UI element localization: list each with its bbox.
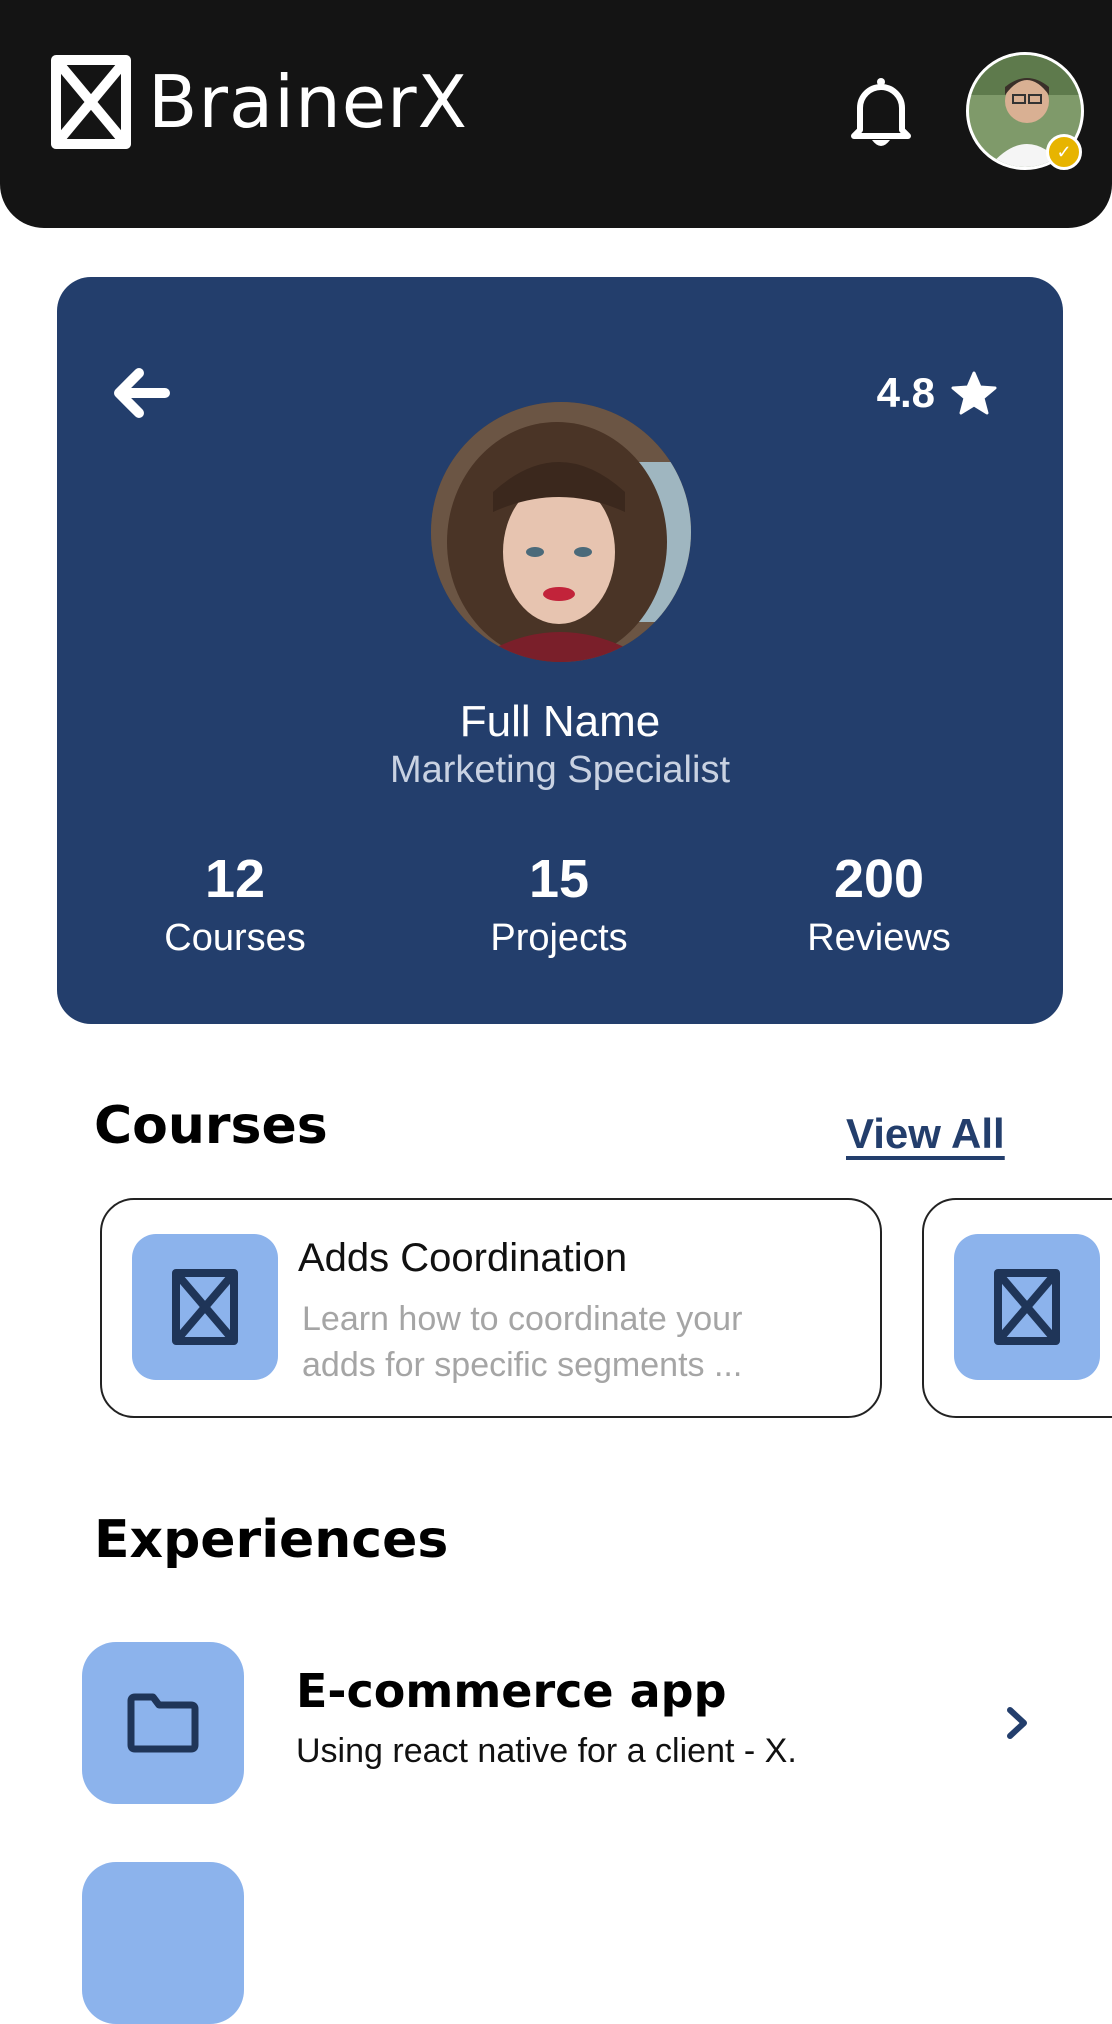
chevron-right-icon[interactable] [1002,1698,1032,1748]
app-header: BrainerX ✓ [0,0,1112,228]
course-card[interactable]: Adds Coordination Learn how to coordinat… [100,1198,882,1418]
stat-value: 15 [528,849,590,909]
stat-value: 12 [204,849,266,909]
profile-photo [431,402,691,662]
star-icon [951,371,997,415]
course-description: Learn how to coordinate your adds for sp… [302,1300,743,1384]
brand-logo[interactable]: BrainerX [48,52,468,152]
brainerx-logo-icon [51,55,131,149]
full-name: Full Name [459,697,661,746]
rating-value: 4.8 [876,369,935,416]
course-thumbnail [954,1234,1100,1380]
stat-reviews: 200 Reviews [749,849,1009,960]
back-arrow-icon[interactable] [111,367,171,419]
stat-label: Reviews [807,917,951,959]
brand-name: BrainerX [148,60,468,144]
folder-icon [127,1693,199,1753]
brainerx-logo-icon [994,1269,1060,1345]
experiences-heading: Experiences [94,1510,449,1570]
experience-item[interactable]: E-commerce app Using react native for a … [82,1642,1042,1804]
course-card-next[interactable] [922,1198,1112,1418]
experience-description: Using react native for a client - X. [296,1732,797,1770]
stat-courses: 12 Courses [105,849,365,960]
profile-card: 4.8 Full Name Marketing Specialist 12 Co… [57,277,1063,1024]
experience-icon-tile [82,1642,244,1804]
job-title: Marketing Specialist [389,749,731,791]
course-title: Adds Coordination [298,1236,628,1280]
stat-value: 200 [833,849,925,909]
rating: 4.8 [877,369,997,417]
experience-title: E-commerce app [296,1664,727,1718]
verified-check-icon: ✓ [1046,134,1082,170]
courses-heading: Courses [94,1096,328,1156]
stat-label: Projects [490,917,628,959]
stat-label: Courses [164,917,306,959]
experience-icon-tile-next[interactable] [82,1862,244,2024]
course-thumbnail [132,1234,278,1380]
bell-icon[interactable] [846,74,916,150]
brainerx-logo-icon [172,1269,238,1345]
stat-projects: 15 Projects [429,849,689,960]
view-all-link[interactable]: View All [846,1110,1005,1158]
